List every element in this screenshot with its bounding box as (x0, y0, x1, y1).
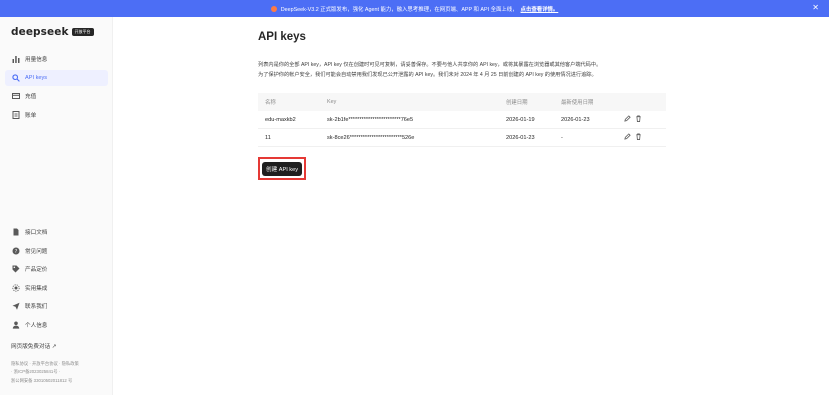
row-actions (624, 115, 642, 124)
header-name: 名称 (265, 100, 276, 106)
send-icon (11, 302, 20, 311)
page-title: API keys (258, 31, 306, 43)
question-icon: ? (11, 246, 20, 255)
wallet-icon (11, 92, 20, 101)
description-line: 为了保护你的帐户安全，我们可能会自动禁用我们发现已公开泄露的 API key。我… (258, 71, 597, 78)
tag-icon (11, 265, 20, 274)
api-keys-table: 名称 Key 创建日期 最新使用日期 edu-maxkb2 sk-2b1fe**… (258, 93, 666, 147)
delete-icon[interactable] (635, 133, 642, 142)
sidebar-item-api-keys[interactable]: API keys (5, 69, 108, 86)
sidebar-item-bills[interactable]: 账单 (5, 107, 108, 123)
sidebar-item-label: 实用集成 (25, 285, 48, 292)
key-value: sk-8ce26************************526e (327, 134, 415, 141)
logo-text: deepseek (11, 26, 69, 38)
sidebar-item-label: 账单 (25, 112, 37, 119)
header-key: Key (327, 99, 337, 105)
table-row: edu-maxkb2 sk-2b1fe*********************… (258, 111, 666, 129)
sidebar-bottom-nav: 接口文档 ? 常见问题 产品定价 实用集成 联系我们 个人信息 (5, 224, 108, 335)
header-created: 创建日期 (506, 100, 528, 106)
last-used-date: - (561, 134, 563, 141)
banner-link[interactable]: 点击查看详情。 (521, 5, 559, 13)
footer-legal: 隐私协议 · 开放平台协议 · 隐私政策 · 浙ICP备2023025841号 … (11, 360, 79, 385)
announcement-banner: DeepSeek-V3.2 正式版发布，强化 Agent 能力，融入思考推理，在… (0, 0, 829, 17)
header-last-used: 最新使用日期 (561, 100, 594, 106)
usage-chart-icon (11, 55, 20, 64)
description-line: 列表内是你的全部 API key，API key 仅在创建时可见可复制，请妥善保… (258, 62, 602, 68)
row-actions (624, 133, 642, 142)
sidebar-item-docs[interactable]: 接口文档 (5, 224, 108, 240)
key-value: sk-2b1fe************************76e5 (327, 116, 414, 123)
user-icon (11, 320, 20, 329)
free-chat-link[interactable]: 网页版免费对话 ↗ (11, 342, 56, 350)
create-api-key-button[interactable]: 创建 API key (261, 161, 303, 176)
close-icon[interactable]: ✕ (812, 3, 819, 13)
megaphone-icon (270, 5, 277, 12)
sidebar-item-label: 产品定价 (25, 267, 48, 273)
create-button-highlight: 创建 API key (258, 157, 306, 180)
sidebar-item-usage[interactable]: 用量信息 (5, 51, 108, 67)
brand-logo[interactable]: deepseek 开放平台 (11, 26, 94, 38)
sidebar-item-label: 接口文档 (25, 230, 48, 236)
sidebar-item-label: 联系我们 (25, 304, 48, 310)
sidebar-top-nav: 用量信息 API keys 充值 账单 (5, 51, 108, 125)
created-date: 2026-01-23 (506, 134, 535, 141)
svg-text:?: ? (14, 249, 17, 255)
key-name: 11 (265, 134, 271, 141)
key-name: edu-maxkb2 (265, 116, 296, 123)
edit-icon[interactable] (624, 115, 631, 124)
sidebar-item-profile[interactable]: 个人信息 (5, 317, 108, 333)
bill-icon (11, 110, 20, 119)
footer-line[interactable]: 隐私协议 · 开放平台协议 · 隐私政策 (11, 360, 79, 368)
sidebar-item-label: 充值 (25, 94, 37, 100)
sidebar-item-label: API keys (25, 74, 48, 81)
sidebar-item-faq[interactable]: ? 常见问题 (5, 243, 108, 259)
sidebar-item-pricing[interactable]: 产品定价 (5, 261, 108, 277)
key-search-icon (11, 73, 20, 82)
platform-badge: 开放平台 (71, 28, 94, 36)
sidebar: deepseek 开放平台 用量信息 API keys 充值 账单 接口文档 ?… (0, 17, 113, 395)
doc-icon (11, 228, 20, 237)
table-row: 11 sk-8ce26************************526e … (258, 129, 666, 147)
banner-text: DeepSeek-V3.2 正式版发布，强化 Agent 能力，融入思考推理，在… (280, 6, 518, 13)
delete-icon[interactable] (635, 115, 642, 124)
footer-line[interactable]: 浙公网安备 33010502011812 号 (11, 377, 79, 385)
table-header: 名称 Key 创建日期 最新使用日期 (258, 93, 666, 111)
sidebar-item-recharge[interactable]: 充值 (5, 88, 108, 104)
sidebar-item-label: 用量信息 (25, 57, 48, 63)
footer-line[interactable]: · 浙ICP备2023025841号 · (11, 368, 79, 376)
sidebar-item-label: 常见问题 (25, 248, 48, 255)
sidebar-item-contact[interactable]: 联系我们 (5, 298, 108, 314)
last-used-date: 2026-01-23 (561, 116, 590, 123)
sidebar-item-label: 个人信息 (25, 322, 48, 329)
page-description: 列表内是你的全部 API key，API key 仅在创建时可见可复制，请妥善保… (258, 61, 678, 80)
edit-icon[interactable] (624, 133, 631, 142)
created-date: 2026-01-19 (506, 116, 535, 123)
sidebar-item-integrations[interactable]: 实用集成 (5, 280, 108, 296)
integration-icon (11, 283, 20, 292)
